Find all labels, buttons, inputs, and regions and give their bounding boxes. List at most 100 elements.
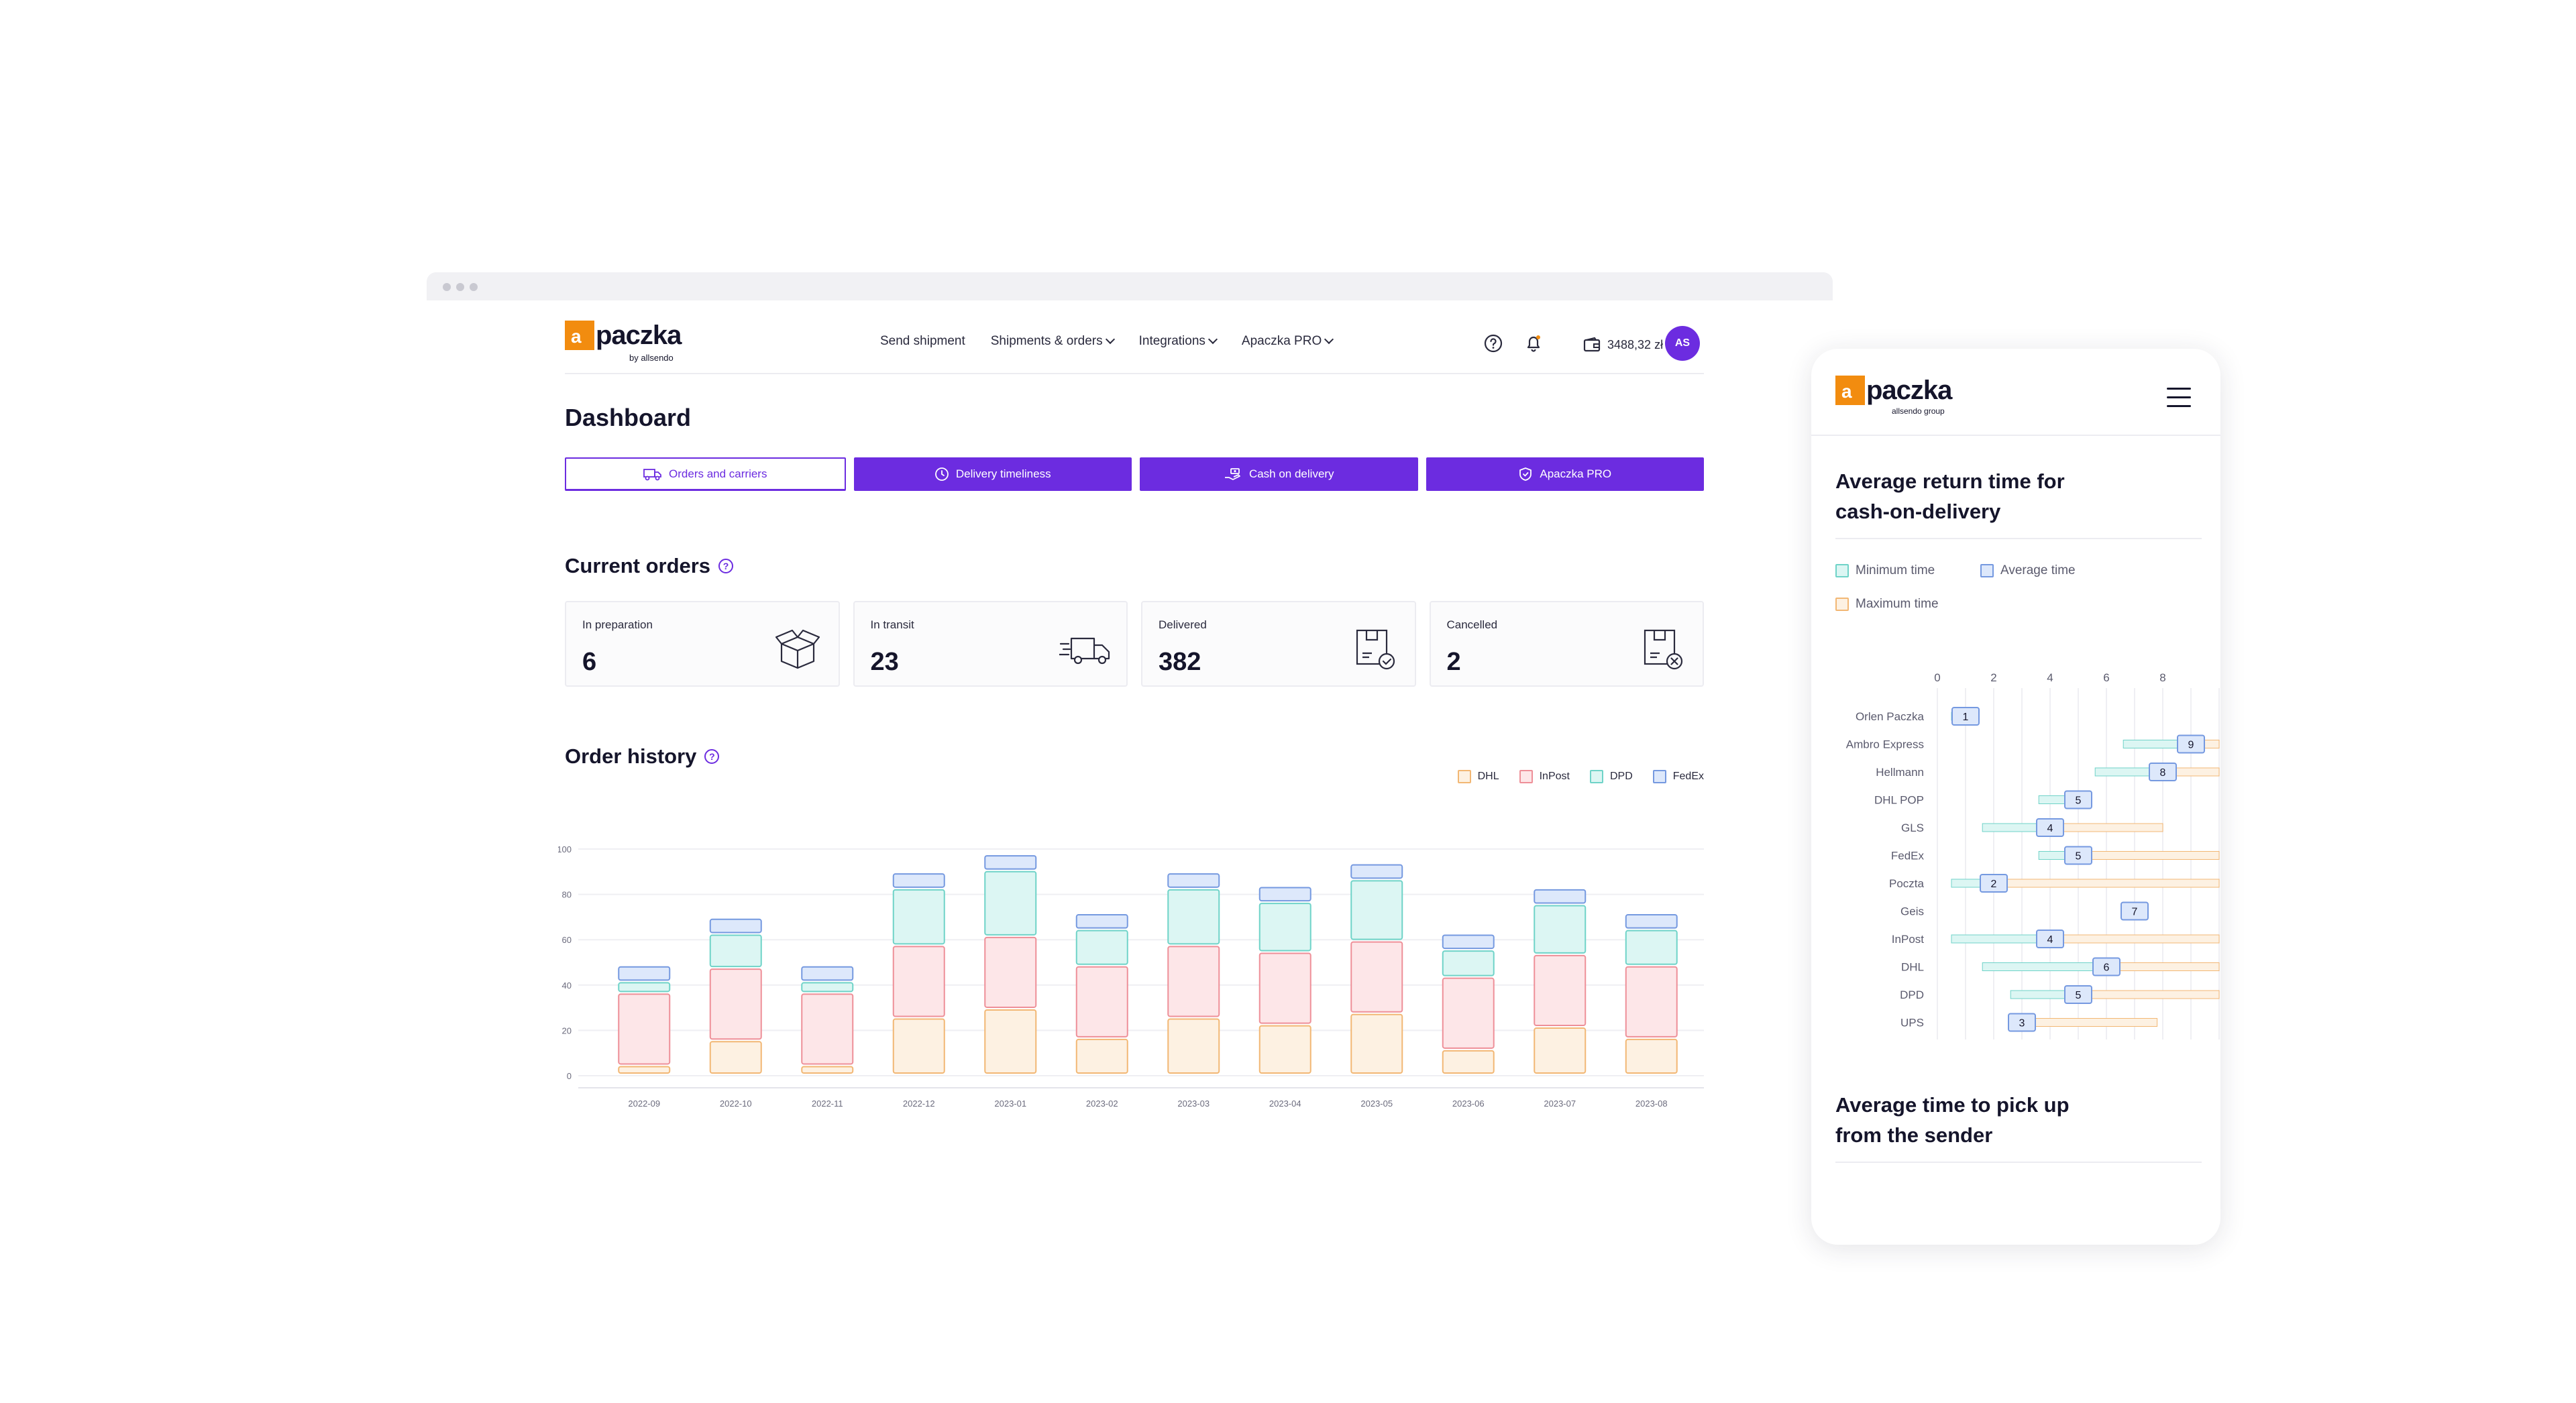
logo-letter: a xyxy=(571,326,582,347)
help-mark: ? xyxy=(722,561,729,571)
window-dot[interactable] xyxy=(470,283,478,291)
average-time-label: 6 xyxy=(2104,962,2110,974)
help-icon[interactable]: ? xyxy=(718,559,734,573)
x-tick-label: 0 xyxy=(1934,671,1940,684)
bar-segment-inpost xyxy=(801,993,854,1065)
bar-segment-inpost xyxy=(709,968,762,1040)
bar-segment-fedex xyxy=(1075,914,1128,929)
min-time-bar xyxy=(1982,962,2095,971)
bar-segment-dpd xyxy=(801,982,854,993)
tab-orders-and-carriers[interactable]: Orders and carriers xyxy=(565,457,846,491)
y-category-label: Geis xyxy=(1900,905,1924,918)
top-navigation: a paczka by allsendo Send shipment Shipm… xyxy=(565,313,1704,374)
card-in-preparation[interactable]: In preparation 6 xyxy=(565,601,840,687)
header-divider xyxy=(1811,435,2220,436)
bar-segment-fedex xyxy=(984,855,1037,870)
nav-send-shipment[interactable]: Send shipment xyxy=(880,334,965,349)
legend-swatch xyxy=(1835,564,1849,577)
y-tick-label: 100 xyxy=(558,844,572,854)
average-time-label: 1 xyxy=(1963,712,1969,723)
bar-segment-inpost xyxy=(1442,977,1495,1049)
legend-average-time[interactable]: Average time xyxy=(1980,563,2076,578)
card-label: Delivered xyxy=(1159,618,1207,631)
tab-cash-on-delivery[interactable]: Cash on delivery xyxy=(1140,457,1418,491)
bar-segment-dpd xyxy=(1075,930,1128,965)
pickup-time-title: Average time to pick up from the sender xyxy=(1835,1090,2184,1151)
nav-shipments-orders[interactable]: Shipments & orders xyxy=(991,334,1115,349)
card-cancelled[interactable]: Cancelled 2 xyxy=(1429,601,1704,687)
x-tick-label: 2023-02 xyxy=(1086,1099,1118,1109)
bar-segment-dhl xyxy=(1350,1013,1403,1074)
wallet-icon xyxy=(1583,337,1601,352)
legend-swatch xyxy=(1457,770,1471,783)
legend-item-inpost[interactable]: InPost xyxy=(1519,770,1570,783)
legend-minimum-time[interactable]: Minimum time xyxy=(1835,563,1935,578)
average-time-label: 5 xyxy=(2076,795,2082,807)
bell-icon[interactable] xyxy=(1523,333,1544,354)
max-time-bar xyxy=(2021,1018,2158,1027)
y-tick-label: 80 xyxy=(562,890,572,900)
help-circle-icon[interactable] xyxy=(1483,333,1504,354)
order-history-heading: Order history ? xyxy=(565,744,720,769)
max-time-bar xyxy=(2049,823,2163,832)
legend-item-dhl[interactable]: DHL xyxy=(1457,770,1499,783)
window-dot[interactable] xyxy=(456,283,464,291)
return-time-title: Average return time for cash-on-delivery xyxy=(1835,467,2184,527)
y-tick-label: 60 xyxy=(562,935,572,945)
x-tick-label: 2022-09 xyxy=(628,1099,660,1109)
apaczka-logo[interactable]: a paczka allsendo group xyxy=(1835,376,1956,416)
tab-label: Cash on delivery xyxy=(1248,467,1334,480)
max-time-bar xyxy=(2106,962,2220,971)
nav-integrations[interactable]: Integrations xyxy=(1139,334,1218,349)
min-time-bar xyxy=(1982,823,2039,832)
bar-segment-inpost xyxy=(1350,941,1403,1013)
legend-swatch xyxy=(1835,598,1849,611)
bar-segment-dhl xyxy=(892,1018,945,1074)
card-value: 23 xyxy=(870,648,899,676)
legend-label: Average time xyxy=(2000,563,2076,577)
help-icon[interactable]: ? xyxy=(704,749,720,764)
window-dot[interactable] xyxy=(443,283,451,291)
logo-wordmark: paczka xyxy=(596,321,682,350)
x-tick-label: 2022-11 xyxy=(812,1099,843,1109)
legend-label: FedEx xyxy=(1672,771,1704,782)
bar-segment-fedex xyxy=(892,873,945,888)
y-category-label: DHL POP xyxy=(1874,794,1924,807)
open-box-icon xyxy=(775,629,820,669)
hamburger-icon[interactable] xyxy=(2167,388,2191,408)
nav-apaczka-pro[interactable]: Apaczka PRO xyxy=(1242,334,1334,349)
bar-segment-inpost xyxy=(892,946,945,1017)
card-delivered[interactable]: Delivered 382 xyxy=(1141,601,1416,687)
average-time-label: 5 xyxy=(2076,990,2082,1001)
legend-maximum-time[interactable]: Maximum time xyxy=(1835,597,1939,612)
legend-item-dpd[interactable]: DPD xyxy=(1589,770,1633,783)
logo-mark: a xyxy=(565,321,594,350)
clock-icon xyxy=(934,467,949,481)
bar-segment-dpd xyxy=(892,889,945,945)
chevron-down-icon xyxy=(1105,334,1115,345)
apaczka-logo[interactable]: a paczka by allsendo xyxy=(565,321,686,363)
bar-segment-inpost xyxy=(1258,952,1311,1024)
title-line: cash-on-delivery xyxy=(1835,499,2001,523)
shield-icon xyxy=(1519,467,1532,481)
tab-apaczka-pro[interactable]: Apaczka PRO xyxy=(1426,457,1704,491)
max-time-bar xyxy=(2078,851,2220,860)
tab-label: Apaczka PRO xyxy=(1540,467,1612,480)
average-time-label: 5 xyxy=(2076,851,2082,862)
avatar[interactable]: AS xyxy=(1665,326,1700,361)
average-time-label: 9 xyxy=(2188,740,2194,751)
average-time-label: 7 xyxy=(2132,907,2138,918)
bar-segment-fedex xyxy=(1442,934,1495,950)
title-line: Average return time for xyxy=(1835,469,2065,493)
legend-item-fedex[interactable]: FedEx xyxy=(1652,770,1704,783)
x-tick-label: 2 xyxy=(1990,671,1996,684)
section-rule xyxy=(1835,538,2202,539)
browser-title-bar xyxy=(427,272,1833,300)
tab-delivery-timeliness[interactable]: Delivery timeliness xyxy=(853,457,1132,491)
average-time-label: 4 xyxy=(2047,823,2053,834)
card-in-transit[interactable]: In transit 23 xyxy=(853,601,1128,687)
bar-segment-inpost xyxy=(1167,946,1220,1017)
header-tools: 3488,32 zł AS xyxy=(1483,326,1704,361)
bar-segment-dpd xyxy=(1625,930,1678,965)
wallet-balance[interactable]: 3488,32 zł xyxy=(1583,337,1663,353)
